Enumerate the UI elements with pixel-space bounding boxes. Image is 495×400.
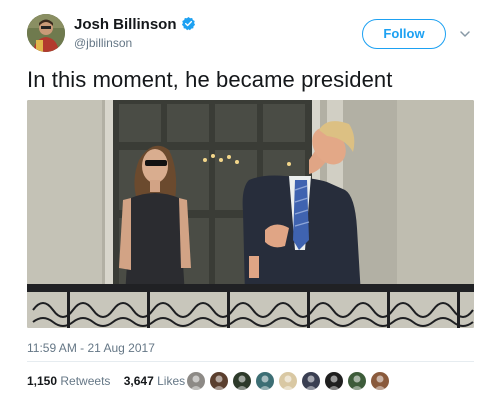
chevron-down-icon[interactable]	[459, 28, 471, 40]
verified-badge-icon	[181, 16, 195, 31]
divider	[27, 361, 474, 362]
liker-avatar[interactable]	[370, 371, 390, 391]
author-avatar[interactable]	[27, 14, 65, 52]
tweet-photo[interactable]	[27, 100, 474, 328]
retweets-stat[interactable]: 1,150 Retweets	[27, 374, 110, 388]
liker-avatar[interactable]	[232, 371, 252, 391]
liker-avatar[interactable]	[255, 371, 275, 391]
liker-avatar[interactable]	[301, 371, 321, 391]
balcony-photo	[27, 100, 474, 328]
liker-avatar[interactable]	[347, 371, 367, 391]
tweet-text: In this moment, he became president	[27, 67, 393, 92]
likes-stat[interactable]: 3,647 Likes	[124, 374, 185, 388]
author-name[interactable]: Josh Billinson	[74, 16, 196, 33]
liker-avatar[interactable]	[278, 371, 298, 391]
retweets-count: 1,150	[27, 374, 58, 388]
balcony-railing	[27, 284, 474, 328]
tweet-stats: 1,150 Retweets 3,647 Likes	[27, 374, 195, 388]
author-avatar-image	[27, 14, 65, 52]
tweet-card: Josh Billinson @jbillinson Follow In thi…	[0, 0, 495, 400]
liker-avatar[interactable]	[324, 371, 344, 391]
retweets-label: Retweets	[60, 374, 111, 388]
author-name-text: Josh Billinson	[74, 16, 177, 33]
follow-button[interactable]: Follow	[362, 19, 446, 49]
tweet-timestamp[interactable]: 11:59 AM - 21 Aug 2017	[27, 341, 155, 355]
likes-count: 3,647	[123, 374, 154, 388]
author-handle[interactable]: @jbillinson	[74, 36, 132, 50]
liker-avatars	[186, 371, 393, 391]
likes-label: Likes	[157, 374, 186, 388]
liker-avatar[interactable]	[209, 371, 229, 391]
liker-avatar[interactable]	[186, 371, 206, 391]
